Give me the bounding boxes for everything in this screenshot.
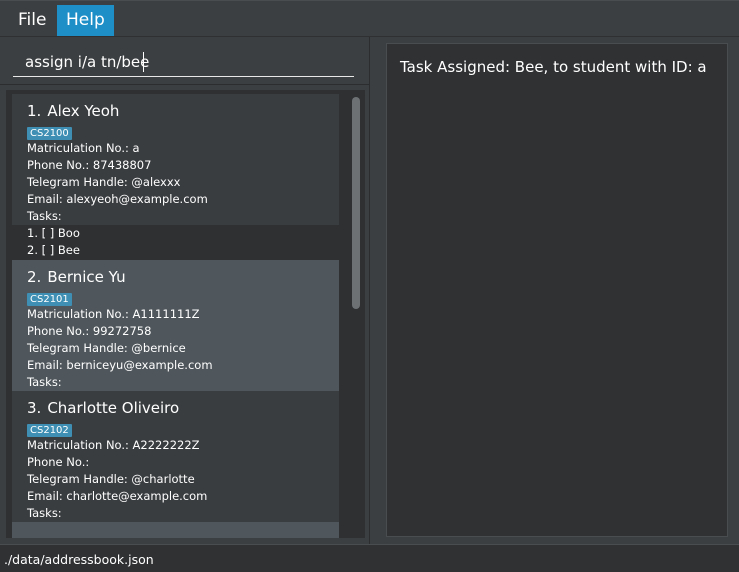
person-email: Email: alexyeoh@example.com: [27, 192, 208, 206]
person-name-text: Alex Yeoh: [47, 102, 120, 120]
person-name-text: Bernice Yu: [47, 268, 126, 286]
command-input[interactable]: [13, 47, 354, 77]
status-bar: ./data/addressbook.json: [0, 544, 739, 572]
person-matric: Matriculation No.: a: [27, 141, 140, 155]
person-tag: CS2101: [27, 293, 72, 306]
result-display: Task Assigned: Bee, to student with ID: …: [386, 43, 728, 537]
person-task: 2. [ ] Bee: [27, 243, 80, 257]
person-card[interactable]: 1. Alex Yeoh CS2100 Matriculation No.: a …: [12, 94, 339, 257]
person-name: 1. Alex Yeoh: [27, 102, 324, 121]
person-card-partial[interactable]: [12, 522, 339, 538]
person-task: 1. [ ] Boo: [27, 226, 80, 240]
list-scrollbar[interactable]: [349, 91, 360, 537]
person-email: Email: charlotte@example.com: [27, 489, 208, 503]
text-caret: [143, 52, 144, 72]
person-name: 2. Bernice Yu: [27, 268, 324, 287]
person-matric: Matriculation No.: A2222222Z: [27, 438, 200, 452]
person-tasks-label: Tasks:: [27, 209, 62, 223]
person-list[interactable]: 1. Alex Yeoh CS2100 Matriculation No.: a …: [6, 90, 365, 538]
menu-bar: File Help: [0, 0, 739, 37]
menu-file[interactable]: File: [9, 5, 55, 36]
person-index: 1.: [27, 102, 42, 120]
person-telegram: Telegram Handle: @alexxx: [27, 175, 181, 189]
person-name-text: Charlotte Oliveiro: [47, 399, 180, 417]
person-telegram: Telegram Handle: @bernice: [27, 341, 186, 355]
person-telegram: Telegram Handle: @charlotte: [27, 472, 195, 486]
person-index: 2.: [27, 268, 42, 286]
person-matric: Matriculation No.: A1111111Z: [27, 307, 200, 321]
save-location: ./data/addressbook.json: [4, 552, 154, 567]
command-box: [0, 37, 369, 85]
menu-help[interactable]: Help: [57, 5, 114, 36]
result-message: Task Assigned: Bee, to student with ID: …: [400, 58, 707, 76]
person-index: 3.: [27, 399, 42, 417]
scroll-thumb[interactable]: [352, 97, 360, 309]
person-phone: Phone No.: 87438807: [27, 158, 152, 172]
person-tag: CS2100: [27, 127, 72, 140]
person-tasks-label: Tasks:: [27, 506, 62, 520]
person-phone: Phone No.:: [27, 455, 90, 469]
left-pane: 1.Alex Yeoh CS2100 Matriculation No.: a …: [0, 37, 370, 544]
person-tasks-label: Tasks:: [27, 375, 62, 389]
person-name: 3. Charlotte Oliveiro: [27, 399, 324, 418]
person-phone: Phone No.: 99272758: [27, 324, 152, 338]
person-tag: CS2102: [27, 424, 72, 437]
person-card[interactable]: 3. Charlotte Oliveiro CS2102 Matriculatio…: [12, 391, 339, 522]
right-pane: Task Assigned: Bee, to student with ID: …: [375, 37, 739, 544]
person-email: Email: berniceyu@example.com: [27, 358, 213, 372]
person-card[interactable]: 2. Bernice Yu CS2101 Matriculation No.: A…: [12, 260, 339, 391]
